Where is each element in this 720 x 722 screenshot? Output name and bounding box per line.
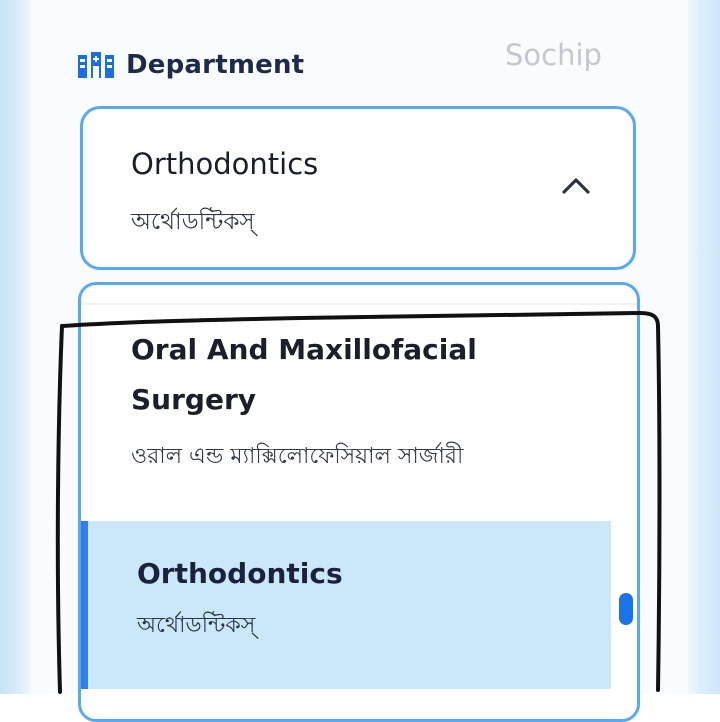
- option-title: Orthodontics: [137, 557, 343, 590]
- chevron-up-icon[interactable]: [561, 177, 591, 195]
- department-label: Department: [126, 50, 305, 80]
- option-title: Oral And Maxillofacial Surgery: [131, 333, 477, 416]
- department-label-row: Department: [78, 50, 304, 80]
- dropdown-option-oral-maxillofacial-surgery[interactable]: Oral And Maxillofacial Surgery ওরাল এন্ড…: [81, 325, 611, 515]
- page-frame-right: [688, 0, 720, 694]
- watermark: Sochip: [505, 38, 602, 72]
- selected-department-subtitle: অর্থোডন্টিকস্: [131, 209, 255, 235]
- page-frame-left: [0, 0, 30, 694]
- department-dropdown-list[interactable]: Oral And Maxillofacial Surgery ওরাল এন্ড…: [78, 282, 640, 722]
- dropdown-scrollbar[interactable]: [619, 593, 633, 625]
- dropdown-option-orthodontics[interactable]: Orthodontics অর্থোডন্টিকস্: [81, 521, 611, 689]
- dropdown-top-divider: [81, 303, 637, 305]
- selected-department-title: Orthodontics: [131, 147, 319, 181]
- department-select[interactable]: Orthodontics অর্থোডন্টিকস্: [80, 106, 636, 270]
- option-subtitle: অর্থোডন্টিকস্: [137, 613, 256, 638]
- hospital-building-icon: [78, 52, 114, 78]
- option-subtitle: ওরাল এন্ড ম্যাক্সিলোফেসিয়াল সার্জারী: [131, 444, 464, 469]
